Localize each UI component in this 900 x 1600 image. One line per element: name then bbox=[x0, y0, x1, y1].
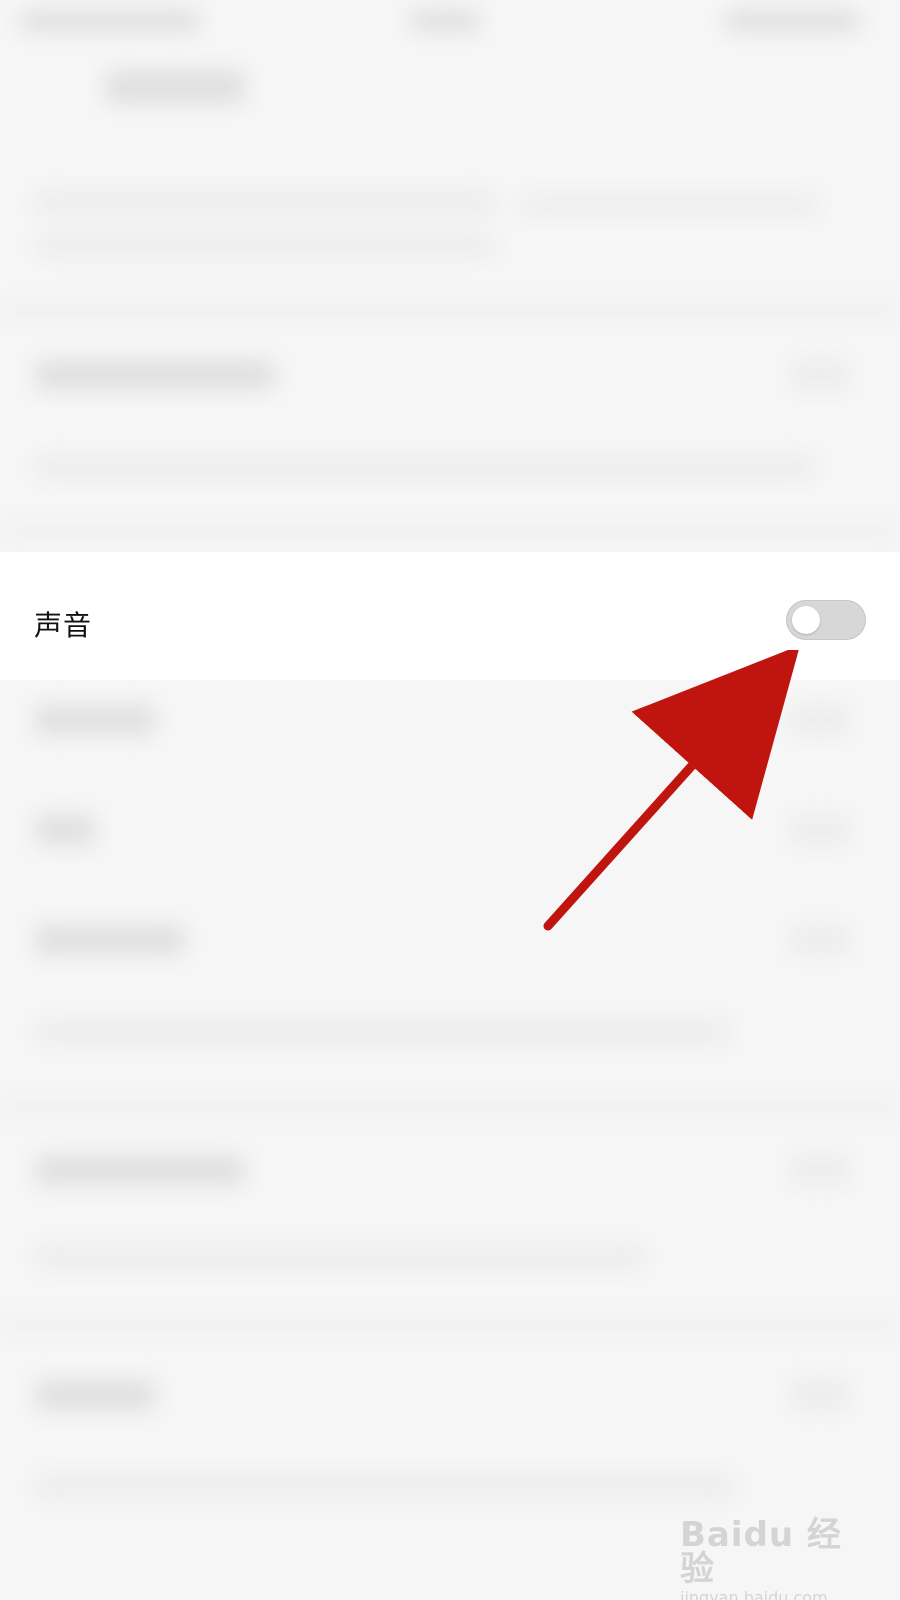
blurred-row-3-toggle bbox=[790, 925, 850, 955]
sound-toggle[interactable] bbox=[786, 600, 866, 640]
blurred-row-5-desc bbox=[35, 1475, 735, 1499]
status-bar-right bbox=[725, 10, 860, 32]
blurred-setting-desc bbox=[35, 455, 815, 479]
blurred-row-4-toggle bbox=[790, 1155, 850, 1185]
section-divider-4 bbox=[0, 1315, 900, 1337]
section-divider-3 bbox=[0, 1095, 900, 1117]
sound-setting-row bbox=[0, 552, 900, 680]
screen: 声音 Baidu 经验 jingyan.baidu.com bbox=[0, 0, 900, 1600]
status-bar-left bbox=[20, 10, 200, 32]
blurred-row-5 bbox=[35, 1380, 155, 1410]
blurred-row-3 bbox=[35, 925, 185, 955]
section-divider-2 bbox=[0, 520, 900, 542]
blurred-row-4 bbox=[35, 1155, 245, 1185]
blurred-setting-toggle bbox=[790, 360, 850, 390]
blurred-setting-title bbox=[35, 360, 275, 390]
section-divider bbox=[0, 300, 900, 322]
description-line-1 bbox=[35, 190, 495, 216]
page-title bbox=[105, 70, 245, 104]
blurred-row-5-toggle bbox=[790, 1380, 850, 1410]
annotation-arrow-icon bbox=[543, 650, 801, 931]
watermark-logo-text: Baidu 经验 bbox=[680, 1515, 842, 1589]
blurred-row-1 bbox=[35, 705, 155, 735]
sound-setting-label: 声音 bbox=[34, 609, 93, 642]
blurred-row-3-desc bbox=[35, 1020, 730, 1044]
watermark-url: jingyan.baidu.com bbox=[680, 1588, 828, 1600]
description-line-3 bbox=[35, 235, 495, 257]
blurred-row-2 bbox=[35, 815, 95, 845]
blurred-row-4-desc bbox=[35, 1245, 645, 1269]
baidu-watermark: Baidu 经验 jingyan.baidu.com bbox=[680, 1515, 870, 1600]
toggle-knob bbox=[792, 606, 820, 634]
status-bar-center bbox=[410, 10, 480, 32]
blurred-row-2-toggle bbox=[790, 815, 850, 845]
blurred-row-1-toggle bbox=[790, 705, 850, 735]
description-line-2 bbox=[520, 195, 820, 215]
